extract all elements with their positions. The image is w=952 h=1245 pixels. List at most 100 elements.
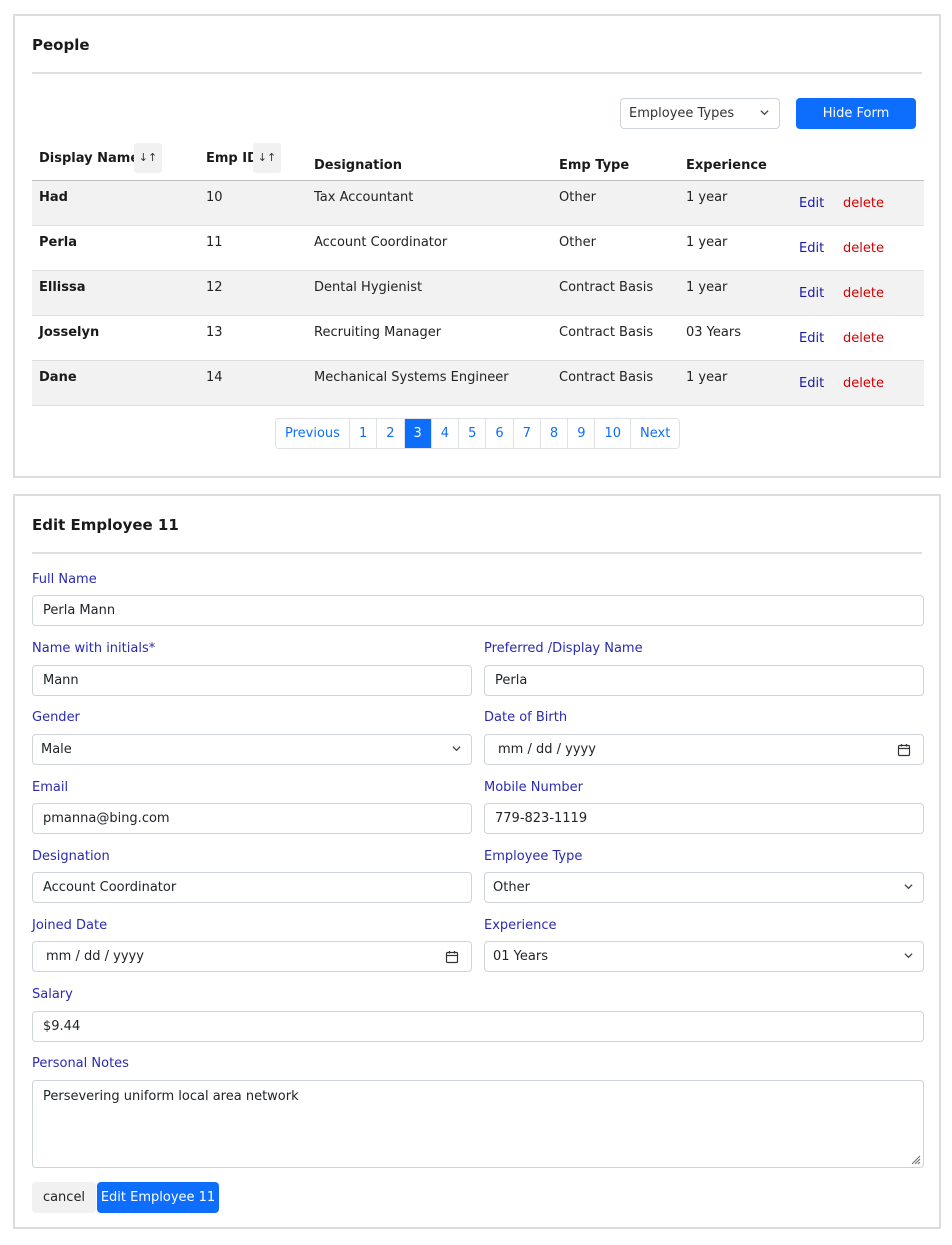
page-3-button[interactable]: 3 [404, 419, 432, 448]
cell-name: Josselyn [39, 325, 100, 340]
email-input[interactable]: pmanna@bing.com [32, 803, 472, 834]
page-7-button[interactable]: 7 [513, 419, 541, 448]
sort-display-name-button[interactable]: ↓↑ [134, 143, 162, 173]
display-name-input[interactable]: Perla [484, 665, 924, 696]
chevron-down-icon [904, 884, 913, 890]
gender-label: Gender [32, 710, 80, 725]
page-4-button[interactable]: 4 [431, 419, 460, 448]
page-1-button[interactable]: 1 [349, 419, 378, 448]
delete-link[interactable]: delete [843, 286, 884, 301]
dob-value: mm / dd / yyyy [498, 742, 596, 757]
employee-types-select[interactable]: Employee Types [620, 98, 780, 129]
cell-emp-type: Contract Basis [559, 280, 654, 295]
edit-link[interactable]: Edit [799, 196, 824, 211]
emp-type-value: Other [493, 880, 530, 895]
dob-input[interactable]: mm / dd / yyyy [484, 734, 924, 765]
joined-date-value: mm / dd / yyyy [46, 949, 144, 964]
hide-form-button[interactable]: Hide Form [796, 98, 916, 129]
full-name-input[interactable]: Perla Mann [32, 595, 924, 626]
page-9-button[interactable]: 9 [568, 419, 596, 448]
cell-designation: Account Coordinator [314, 235, 448, 250]
mobile-value: 779-823-1119 [495, 811, 588, 826]
col-emp-id: Emp ID [206, 151, 258, 166]
cell-name: Ellissa [39, 280, 86, 295]
col-display-name: Display Name [39, 151, 140, 166]
notes-value: Persevering uniform local area network [43, 1089, 299, 1104]
joined-date-input[interactable]: mm / dd / yyyy [32, 941, 472, 972]
sort-icon: ↓↑ [138, 151, 158, 164]
cell-designation: Mechanical Systems Engineer [314, 370, 509, 385]
designation-label: Designation [32, 849, 110, 864]
cell-name: Perla [39, 235, 77, 250]
delete-link[interactable]: delete [843, 376, 884, 391]
experience-value: 01 Years [493, 949, 548, 964]
sort-emp-id-button[interactable]: ↓↑ [253, 143, 281, 173]
page-8-button[interactable]: 8 [540, 419, 569, 448]
col-designation: Designation [314, 158, 402, 173]
page-6-button[interactable]: 6 [486, 419, 514, 448]
cell-emp-type: Other [559, 235, 596, 250]
page-5-button[interactable]: 5 [459, 419, 487, 448]
full-name-value: Perla Mann [43, 603, 116, 618]
table-row: Dane 14 Mechanical Systems Engineer Cont… [32, 361, 924, 406]
edit-link[interactable]: Edit [799, 286, 824, 301]
cell-designation: Tax Accountant [314, 190, 414, 205]
mobile-label: Mobile Number [484, 780, 583, 795]
cell-experience: 03 Years [686, 325, 741, 340]
delete-link[interactable]: delete [843, 196, 884, 211]
cell-experience: 1 year [686, 235, 728, 250]
page-10-button[interactable]: 10 [595, 419, 632, 448]
edit-link[interactable]: Edit [799, 376, 824, 391]
people-card: People Employee Types Hide Form Display … [13, 14, 941, 478]
gender-select[interactable]: Male [32, 734, 472, 765]
col-experience: Experience [686, 158, 767, 173]
mobile-input[interactable]: 779-823-1119 [484, 803, 924, 834]
cell-name: Had [39, 190, 68, 205]
notes-label: Personal Notes [32, 1056, 129, 1071]
dob-label: Date of Birth [484, 710, 568, 725]
cancel-button[interactable]: cancel [32, 1182, 96, 1213]
emp-type-select[interactable]: Other [484, 872, 924, 903]
joined-label: Joined Date [32, 918, 108, 933]
sort-icon: ↓↑ [257, 151, 277, 164]
page-previous-button[interactable]: Previous [276, 419, 350, 448]
people-title: People [32, 36, 90, 54]
page-2-button[interactable]: 2 [377, 419, 405, 448]
employee-types-select-value: Employee Types [629, 106, 735, 121]
edit-link[interactable]: Edit [799, 241, 824, 256]
delete-link[interactable]: delete [843, 241, 884, 256]
gender-value: Male [41, 742, 72, 757]
calendar-icon[interactable] [897, 743, 911, 757]
edit-link[interactable]: Edit [799, 331, 824, 346]
table-header: Display Name ↓↑ Emp ID ↓↑ Designation Em… [32, 140, 924, 181]
cell-designation: Recruiting Manager [314, 325, 442, 340]
cell-name: Dane [39, 370, 77, 385]
initials-label: Name with initials* [32, 641, 156, 656]
delete-link[interactable]: delete [843, 331, 884, 346]
edit-employee-submit-button[interactable]: Edit Employee 11 [97, 1182, 219, 1213]
display-name-label: Preferred /Display Name [484, 641, 643, 656]
cell-designation: Dental Hygienist [314, 280, 423, 295]
people-table: Display Name ↓↑ Emp ID ↓↑ Designation Em… [32, 140, 924, 406]
edit-employee-card: Edit Employee 11 Full Name Perla Mann Na… [13, 494, 941, 1229]
email-label: Email [32, 780, 69, 795]
resize-handle-icon[interactable] [909, 1153, 921, 1165]
salary-input[interactable]: $9.44 [32, 1011, 924, 1042]
pagination: Previous 1 2 3 4 5 6 7 8 9 10 Next [275, 418, 681, 449]
table-row: Had 10 Tax Accountant Other 1 year Edit … [32, 181, 924, 226]
initials-input[interactable]: Mann [32, 665, 472, 696]
page-next-button[interactable]: Next [631, 419, 680, 448]
edit-form-title: Edit Employee 11 [32, 516, 179, 534]
initials-value: Mann [43, 673, 79, 688]
chevron-down-icon [452, 746, 461, 752]
emp-type-label: Employee Type [484, 849, 583, 864]
experience-select[interactable]: 01 Years [484, 941, 924, 972]
table-row: Ellissa 12 Dental Hygienist Contract Bas… [32, 271, 924, 316]
cell-id: 11 [206, 235, 223, 250]
designation-value: Account Coordinator [43, 880, 177, 895]
designation-input[interactable]: Account Coordinator [32, 872, 472, 903]
email-value: pmanna@bing.com [43, 811, 170, 826]
calendar-icon[interactable] [445, 950, 459, 964]
cell-emp-type: Other [559, 190, 596, 205]
notes-textarea[interactable]: Persevering uniform local area network [32, 1080, 924, 1168]
